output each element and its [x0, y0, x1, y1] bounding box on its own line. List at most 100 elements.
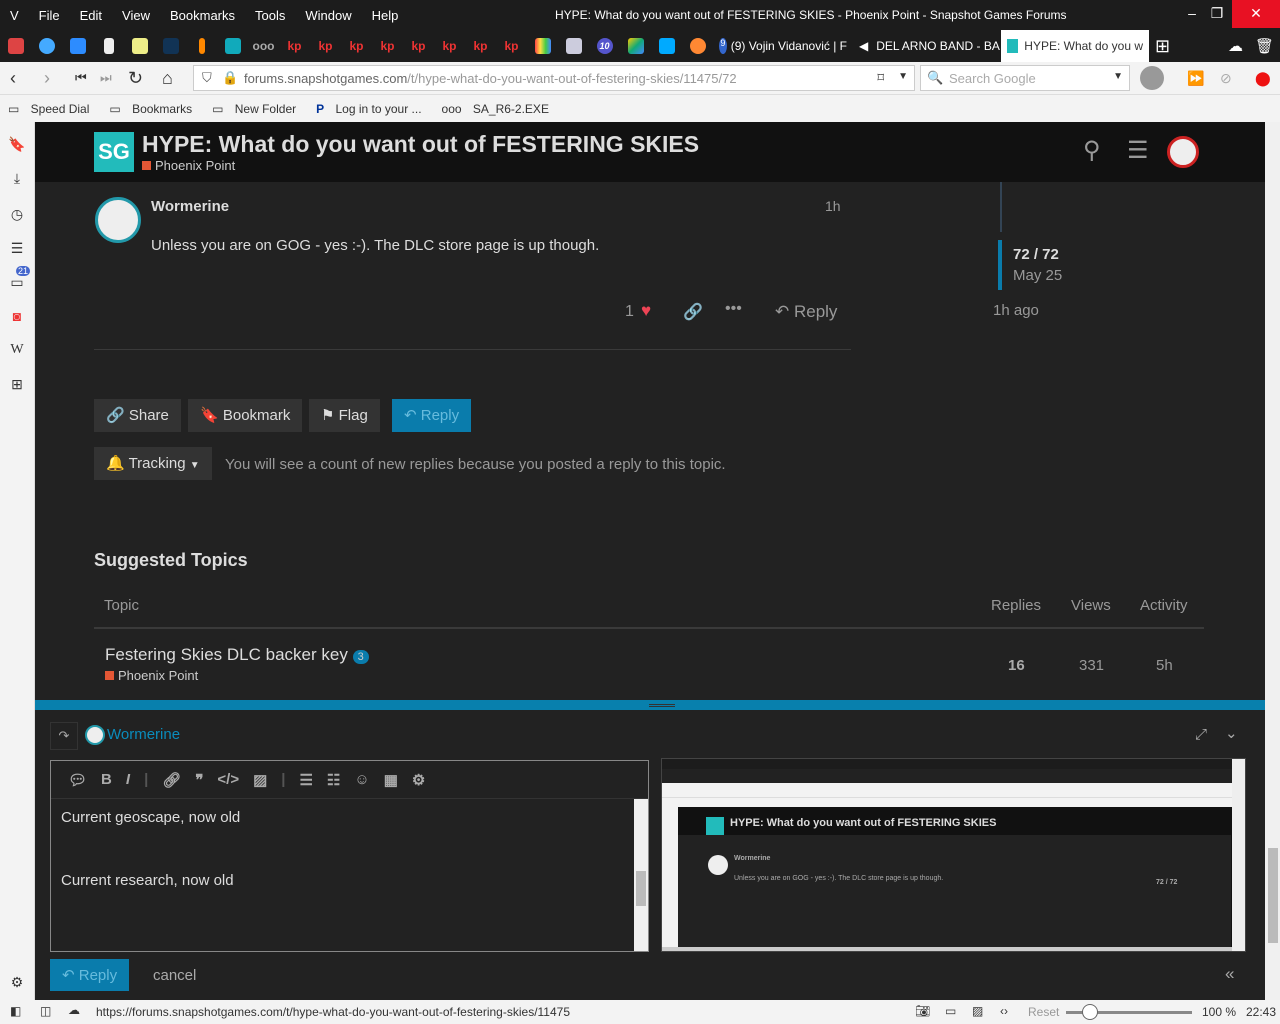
- pinned-tab-kp[interactable]: kp: [403, 30, 434, 62]
- scrollbar-thumb[interactable]: [1268, 848, 1278, 943]
- pinned-tab[interactable]: [651, 30, 682, 62]
- tracking-dropdown[interactable]: 🔔 Tracking ▼: [94, 447, 212, 480]
- col-activity[interactable]: Activity: [1140, 597, 1188, 614]
- share-button[interactable]: 🔗 Share: [94, 399, 181, 432]
- bookmark-new-folder[interactable]: ▭ New Folder: [212, 102, 302, 116]
- menu-window[interactable]: Window: [295, 8, 361, 23]
- tab-del-arno-band[interactable]: ◀ DEL ARNO BAND - BA: [853, 30, 1001, 62]
- bookmark-page-icon[interactable]: ⌑: [877, 70, 884, 86]
- notes-icon[interactable]: ☰: [8, 240, 26, 257]
- pinned-tab[interactable]: [155, 30, 186, 62]
- site-logo[interactable]: SG: [94, 132, 134, 172]
- fullscreen-icon[interactable]: ⤢: [1195, 726, 1207, 743]
- cloud-icon[interactable]: ☁: [68, 1003, 80, 1017]
- cancel-button[interactable]: cancel: [153, 967, 196, 984]
- mail-icon[interactable]: ▭ 21: [8, 266, 31, 291]
- reply-button[interactable]: ↶ Reply: [392, 399, 472, 432]
- extension-icon[interactable]: ⏩: [1187, 70, 1204, 87]
- author-avatar[interactable]: [95, 197, 141, 243]
- bullet-list-icon[interactable]: ☰: [299, 771, 312, 789]
- pinned-tab-gmail[interactable]: [0, 30, 31, 62]
- post-age[interactable]: 1h: [825, 198, 841, 214]
- timeline-ago[interactable]: 1h ago: [993, 302, 1039, 319]
- topic-row[interactable]: Festering Skies DLC backer key 3: [105, 645, 369, 665]
- tab-facebook[interactable]: 9 (9) Vojin Vidanović | F: [713, 30, 853, 62]
- bookmark-speed-dial[interactable]: ▭ Speed Dial: [8, 102, 95, 116]
- topic-title[interactable]: HYPE: What do you want out of FESTERING …: [142, 131, 699, 158]
- pinned-tab[interactable]: [527, 30, 558, 62]
- tiling-icon[interactable]: ◫: [40, 1004, 51, 1018]
- menu-file[interactable]: File: [29, 8, 70, 23]
- fast-forward-button[interactable]: ⏭: [100, 70, 112, 86]
- code-icon[interactable]: ‹›: [1000, 1004, 1008, 1018]
- add-panel-icon[interactable]: ⊞: [8, 376, 26, 393]
- preview-vscroll[interactable]: [1232, 759, 1245, 951]
- wikipedia-icon[interactable]: W: [8, 342, 26, 358]
- reload-button[interactable]: ↻: [128, 68, 143, 89]
- vivaldi-icon[interactable]: ◙: [8, 308, 26, 324]
- search-icon[interactable]: ⚲: [1083, 136, 1101, 165]
- extension-icon[interactable]: ⬤: [1255, 70, 1271, 87]
- emoji-icon[interactable]: ☺: [354, 771, 369, 788]
- topic-title[interactable]: Festering Skies DLC backer key: [105, 645, 348, 664]
- pinned-tab[interactable]: [31, 30, 62, 62]
- sync-icon[interactable]: ☁: [1222, 30, 1249, 62]
- user-avatar[interactable]: [1167, 136, 1199, 168]
- downloads-icon[interactable]: ⤓: [8, 170, 26, 187]
- zoom-reset[interactable]: Reset: [1028, 1005, 1059, 1019]
- quote-icon[interactable]: 💬︎: [68, 771, 87, 789]
- menu-view[interactable]: View: [112, 8, 160, 23]
- post-author[interactable]: Wormerine: [151, 198, 229, 215]
- url-input[interactable]: ⛉ 🔒 forums.snapshotgames.com/t/hype-what…: [193, 65, 915, 91]
- window-icon[interactable]: ▭: [945, 1004, 956, 1018]
- pinned-tab-kp[interactable]: kp: [310, 30, 341, 62]
- pinned-tab-calendar[interactable]: 10: [589, 30, 620, 62]
- pinned-tab-kp[interactable]: kp: [434, 30, 465, 62]
- pinned-tab-zoom[interactable]: [62, 30, 93, 62]
- pinned-tab-drive[interactable]: [620, 30, 651, 62]
- new-tab-button[interactable]: ⊞: [1149, 30, 1176, 62]
- heart-icon[interactable]: ♥: [641, 301, 651, 321]
- col-replies[interactable]: Replies: [991, 597, 1041, 614]
- panel-toggle-icon[interactable]: ◧: [10, 1004, 21, 1018]
- calendar-icon[interactable]: ▦: [384, 771, 398, 789]
- pinned-tab[interactable]: [124, 30, 155, 62]
- profile-avatar[interactable]: [1140, 66, 1164, 90]
- category-badge[interactable]: Phoenix Point: [142, 158, 235, 173]
- capture-icon[interactable]: 📷︎: [915, 1004, 930, 1018]
- numbered-list-icon[interactable]: ☷: [327, 771, 340, 789]
- maximize-button[interactable]: ❐: [1200, 0, 1234, 28]
- pinned-tab[interactable]: ooo: [248, 30, 279, 62]
- resize-grip[interactable]: [649, 704, 675, 707]
- zoom-slider-handle[interactable]: [1082, 1004, 1098, 1020]
- menu-tools[interactable]: Tools: [245, 8, 295, 23]
- reply-textarea[interactable]: Current geoscape, now old Current resear…: [61, 807, 240, 891]
- pinned-tab-kp[interactable]: kp: [279, 30, 310, 62]
- post-reply-button[interactable]: ↶ Reply: [775, 302, 837, 322]
- bookmark-bookmarks[interactable]: ▭ Bookmarks: [109, 102, 198, 116]
- pinned-tab[interactable]: [558, 30, 589, 62]
- pinned-tab[interactable]: [217, 30, 248, 62]
- hamburger-menu-icon[interactable]: ☰: [1127, 136, 1149, 165]
- rewind-button[interactable]: ⏮: [75, 70, 87, 86]
- close-button[interactable]: ✕: [1232, 0, 1280, 28]
- composer-reply-button[interactable]: ↶ Reply: [50, 959, 130, 991]
- timeline-handle[interactable]: [998, 240, 1002, 290]
- bookmark-button[interactable]: 🔖 Bookmark: [188, 399, 303, 432]
- image-icon[interactable]: ▨: [253, 771, 267, 789]
- pinned-tab-kp[interactable]: kp: [372, 30, 403, 62]
- link-icon[interactable]: 🔗︎: [162, 771, 181, 789]
- blockquote-icon[interactable]: ❞: [195, 771, 203, 789]
- topic-category[interactable]: Phoenix Point: [105, 668, 198, 683]
- back-button[interactable]: ‹: [10, 68, 16, 89]
- app-icon[interactable]: V: [0, 8, 29, 23]
- dropdown-icon[interactable]: ▼: [898, 71, 908, 82]
- col-views[interactable]: Views: [1071, 597, 1111, 614]
- extension-icon[interactable]: ⊘: [1220, 70, 1232, 87]
- hide-preview-icon[interactable]: «: [1225, 964, 1234, 984]
- reply-to-button[interactable]: ↷: [50, 722, 78, 750]
- italic-icon[interactable]: I: [126, 771, 130, 788]
- reply-target-user[interactable]: Wormerine: [107, 726, 180, 743]
- bold-icon[interactable]: B: [101, 771, 112, 788]
- dropdown-icon[interactable]: ▼: [1113, 71, 1123, 82]
